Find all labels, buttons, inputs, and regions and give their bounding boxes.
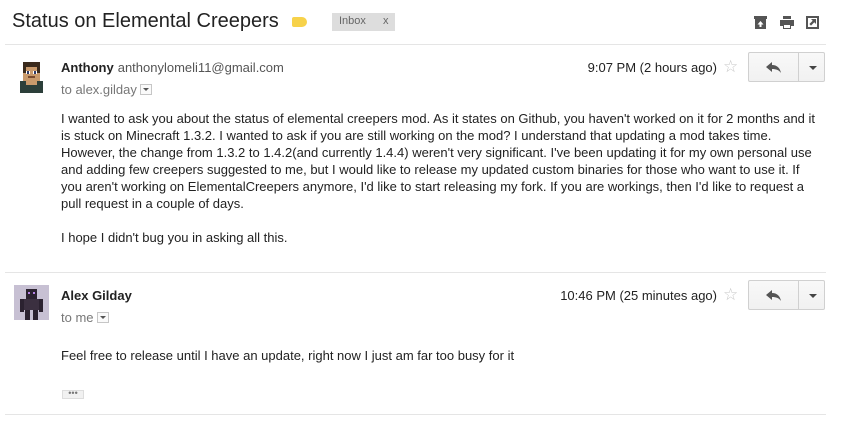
divider	[5, 272, 826, 273]
message-timestamp: 9:07 PM (2 hours ago)	[587, 60, 717, 75]
label-chip-text[interactable]: Inbox	[339, 15, 366, 27]
message-body: I wanted to ask you about the status of …	[61, 110, 821, 246]
show-details-dropdown[interactable]	[96, 312, 109, 324]
recipient-text: to me	[61, 310, 94, 325]
sender-email: anthonylomeli11@gmail.com	[117, 60, 284, 75]
star-icon[interactable]: ☆	[723, 58, 738, 75]
message-body: Feel free to release until I have an upd…	[61, 347, 821, 364]
reply-icon	[766, 62, 781, 73]
new-window-icon[interactable]	[806, 16, 819, 29]
more-options-button[interactable]	[798, 52, 825, 82]
show-details-dropdown[interactable]	[139, 84, 152, 96]
divider	[5, 44, 826, 45]
more-options-button[interactable]	[798, 280, 825, 310]
important-marker-icon[interactable]	[292, 17, 307, 27]
divider	[5, 414, 826, 415]
avatar[interactable]	[14, 285, 49, 320]
sender-name[interactable]: Anthony	[61, 60, 114, 75]
reply-icon	[766, 290, 781, 301]
sender: Anthony anthonylomeli11@gmail.com	[61, 60, 284, 75]
reply-button[interactable]	[748, 52, 799, 82]
sender: Alex Gilday	[61, 288, 132, 303]
star-icon[interactable]: ☆	[723, 286, 738, 303]
remove-label-button[interactable]: x	[383, 15, 389, 27]
archive-icon[interactable]	[754, 16, 767, 29]
recipient-text: to alex.gilday	[61, 82, 137, 97]
label-chip-inbox[interactable]: Inbox x	[332, 13, 395, 31]
thread-subject: Status on Elemental Creepers	[12, 10, 279, 32]
recipient-line: to me	[61, 310, 109, 325]
print-icon[interactable]	[780, 16, 794, 29]
avatar[interactable]	[14, 58, 49, 93]
recipient-line: to alex.gilday	[61, 82, 152, 97]
show-trimmed-content-button[interactable]: •••	[62, 389, 84, 399]
reply-button[interactable]	[748, 280, 799, 310]
body-paragraph: Feel free to release until I have an upd…	[61, 348, 515, 363]
body-paragraph: I wanted to ask you about the status of …	[61, 111, 816, 211]
thread-header: Status on Elemental Creepers Inbox x	[0, 0, 844, 44]
body-paragraph: I hope I didn't bug you in asking all th…	[61, 230, 288, 245]
message-timestamp: 10:46 PM (25 minutes ago)	[560, 288, 717, 303]
sender-name[interactable]: Alex Gilday	[61, 288, 132, 303]
